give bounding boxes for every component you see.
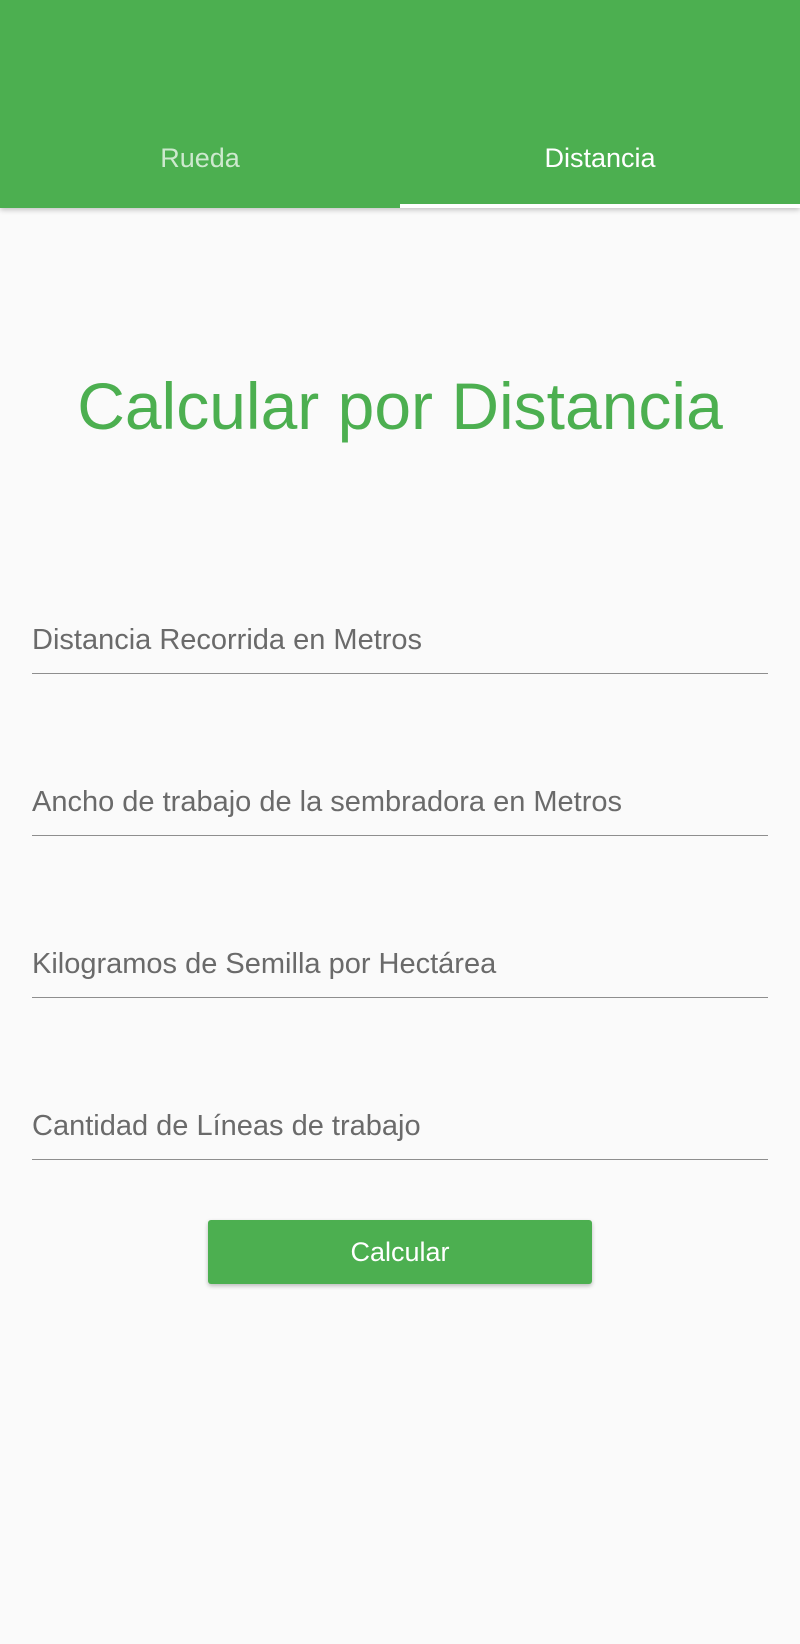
lines-field bbox=[32, 1080, 768, 1160]
distance-input[interactable] bbox=[32, 594, 768, 673]
distance-field bbox=[32, 594, 768, 674]
calculate-button[interactable]: Calcular bbox=[208, 1220, 592, 1284]
seed-kg-field bbox=[32, 918, 768, 998]
tab-rueda[interactable]: Rueda bbox=[0, 108, 400, 208]
app-bar: Rueda Distancia bbox=[0, 0, 800, 208]
work-lines-count-input[interactable] bbox=[32, 1080, 768, 1159]
main-content: Calcular por Distancia Calcular bbox=[0, 208, 800, 1644]
width-field bbox=[32, 756, 768, 836]
seed-kg-per-hectare-input[interactable] bbox=[32, 918, 768, 997]
tab-distancia[interactable]: Distancia bbox=[400, 108, 800, 208]
page-title: Calcular por Distancia bbox=[77, 369, 723, 443]
seeder-width-input[interactable] bbox=[32, 756, 768, 835]
tab-bar: Rueda Distancia bbox=[0, 108, 800, 208]
